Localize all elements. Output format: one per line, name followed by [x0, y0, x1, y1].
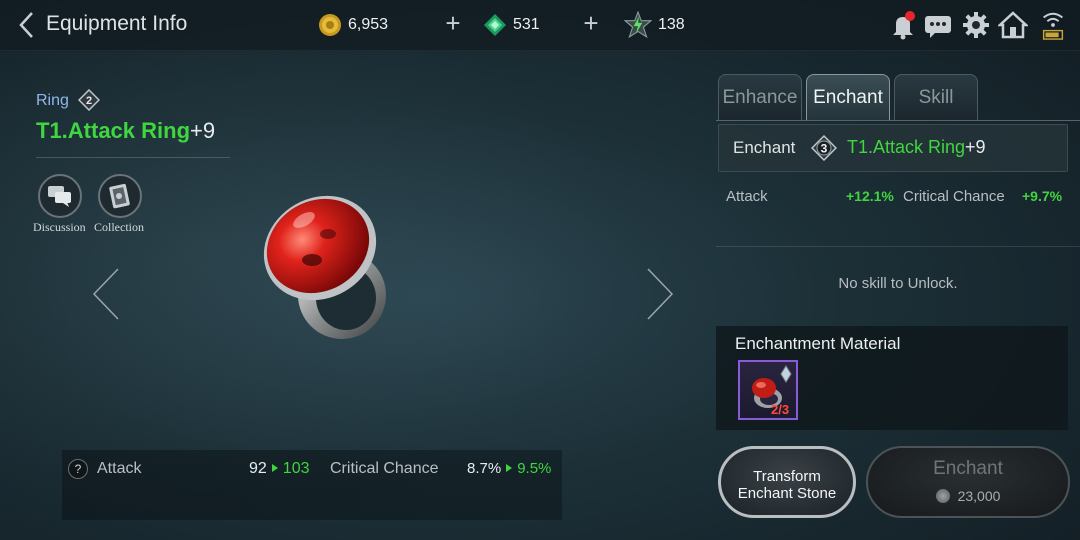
silver-coin-icon: [935, 489, 950, 503]
wifi-battery-icon: [1042, 12, 1064, 40]
page-title: Equipment Info: [46, 12, 188, 35]
material-count: 2/3: [771, 402, 790, 417]
next-item-arrow-icon[interactable]: [646, 268, 674, 320]
material-title: Enchantment Material: [735, 334, 901, 353]
transform-enchant-stone-button[interactable]: Transform Enchant Stone: [718, 446, 856, 518]
gold-amount: 6,953: [348, 16, 389, 33]
energy-counter: 138: [624, 11, 685, 39]
attack-current: 92: [249, 460, 267, 477]
transform-label-line1: Transform: [753, 468, 821, 485]
enchant-grade-badge-icon: 3: [811, 135, 837, 161]
settings-gear-icon[interactable]: [961, 10, 991, 40]
enchant-crit-bonus: +9.7%: [1022, 188, 1063, 204]
attack-stat-label: Attack: [97, 460, 142, 477]
ring-item-image: [263, 195, 386, 339]
home-icon[interactable]: [998, 10, 1028, 40]
grade-badge-icon: 2: [78, 89, 100, 111]
notification-bell-icon[interactable]: [888, 10, 918, 40]
help-question-icon[interactable]: ?: [68, 459, 88, 479]
no-skill-message: No skill to Unlock.: [838, 275, 958, 292]
discussion-button[interactable]: [38, 174, 82, 218]
item-grade: 2: [86, 95, 92, 107]
energy-amount: 138: [658, 16, 685, 33]
enchant-cost-amount: 23,000: [957, 488, 1001, 504]
gold-counter: 6,953: [318, 12, 388, 38]
attack-stat-value: 92 103: [249, 460, 310, 478]
add-gold-button[interactable]: +: [442, 10, 464, 36]
discussion-icon: [48, 186, 71, 207]
enchant-button[interactable]: Enchant 23,000: [866, 446, 1070, 518]
tab-enchant[interactable]: Enchant: [806, 74, 890, 120]
crit-next: 9.5%: [517, 460, 552, 477]
enchant-label: Enchant: [733, 138, 796, 157]
chat-icon[interactable]: [923, 10, 953, 40]
enchant-crit-label: Critical Chance: [903, 188, 1005, 205]
enchant-cost: 23,000: [868, 488, 1068, 504]
energy-icon: [624, 11, 652, 39]
add-gem-button[interactable]: +: [580, 10, 602, 36]
item-name: T1.Attack Ring+9: [36, 118, 215, 144]
crit-current: 8.7%: [467, 460, 502, 477]
enchant-item-level: +9: [965, 137, 986, 157]
section-divider: [716, 246, 1080, 247]
enchant-item-name: T1.Attack Ring+9: [847, 137, 986, 158]
gem-counter: 531: [483, 12, 540, 38]
collection-book-icon: [109, 183, 130, 209]
enchant-grade: 3: [821, 142, 828, 156]
tab-baseline: [716, 120, 1080, 121]
gold-coin-icon: [319, 14, 341, 36]
item-level: +9: [190, 118, 216, 143]
crit-stat-value: 8.7% 9.5%: [467, 460, 551, 477]
tab-skill[interactable]: Skill: [894, 74, 978, 120]
back-arrow-icon[interactable]: [16, 10, 38, 40]
enchant-attack-bonus: +12.1%: [846, 188, 894, 204]
enchant-button-label: Enchant: [933, 458, 1003, 479]
increase-arrow-icon: [271, 464, 278, 472]
item-type-label: Ring: [36, 92, 69, 109]
increase-arrow-icon: [506, 464, 513, 472]
item-name-text: T1.Attack Ring: [36, 118, 191, 143]
collection-label: Collection: [94, 220, 144, 234]
gem-amount: 531: [513, 16, 540, 33]
tab-enhance[interactable]: Enhance: [718, 74, 802, 120]
collection-button[interactable]: [98, 174, 142, 218]
transform-label-line2: Enchant Stone: [737, 485, 837, 502]
enchant-item-name-text: T1.Attack Ring: [847, 137, 966, 157]
green-gem-icon: [484, 14, 506, 36]
attack-next: 103: [282, 460, 310, 477]
enchant-attack-label: Attack: [726, 188, 768, 205]
previous-item-arrow-icon[interactable]: [92, 268, 120, 320]
title-divider: [36, 157, 230, 158]
crit-stat-label: Critical Chance: [330, 460, 439, 477]
discussion-label: Discussion: [33, 220, 86, 234]
